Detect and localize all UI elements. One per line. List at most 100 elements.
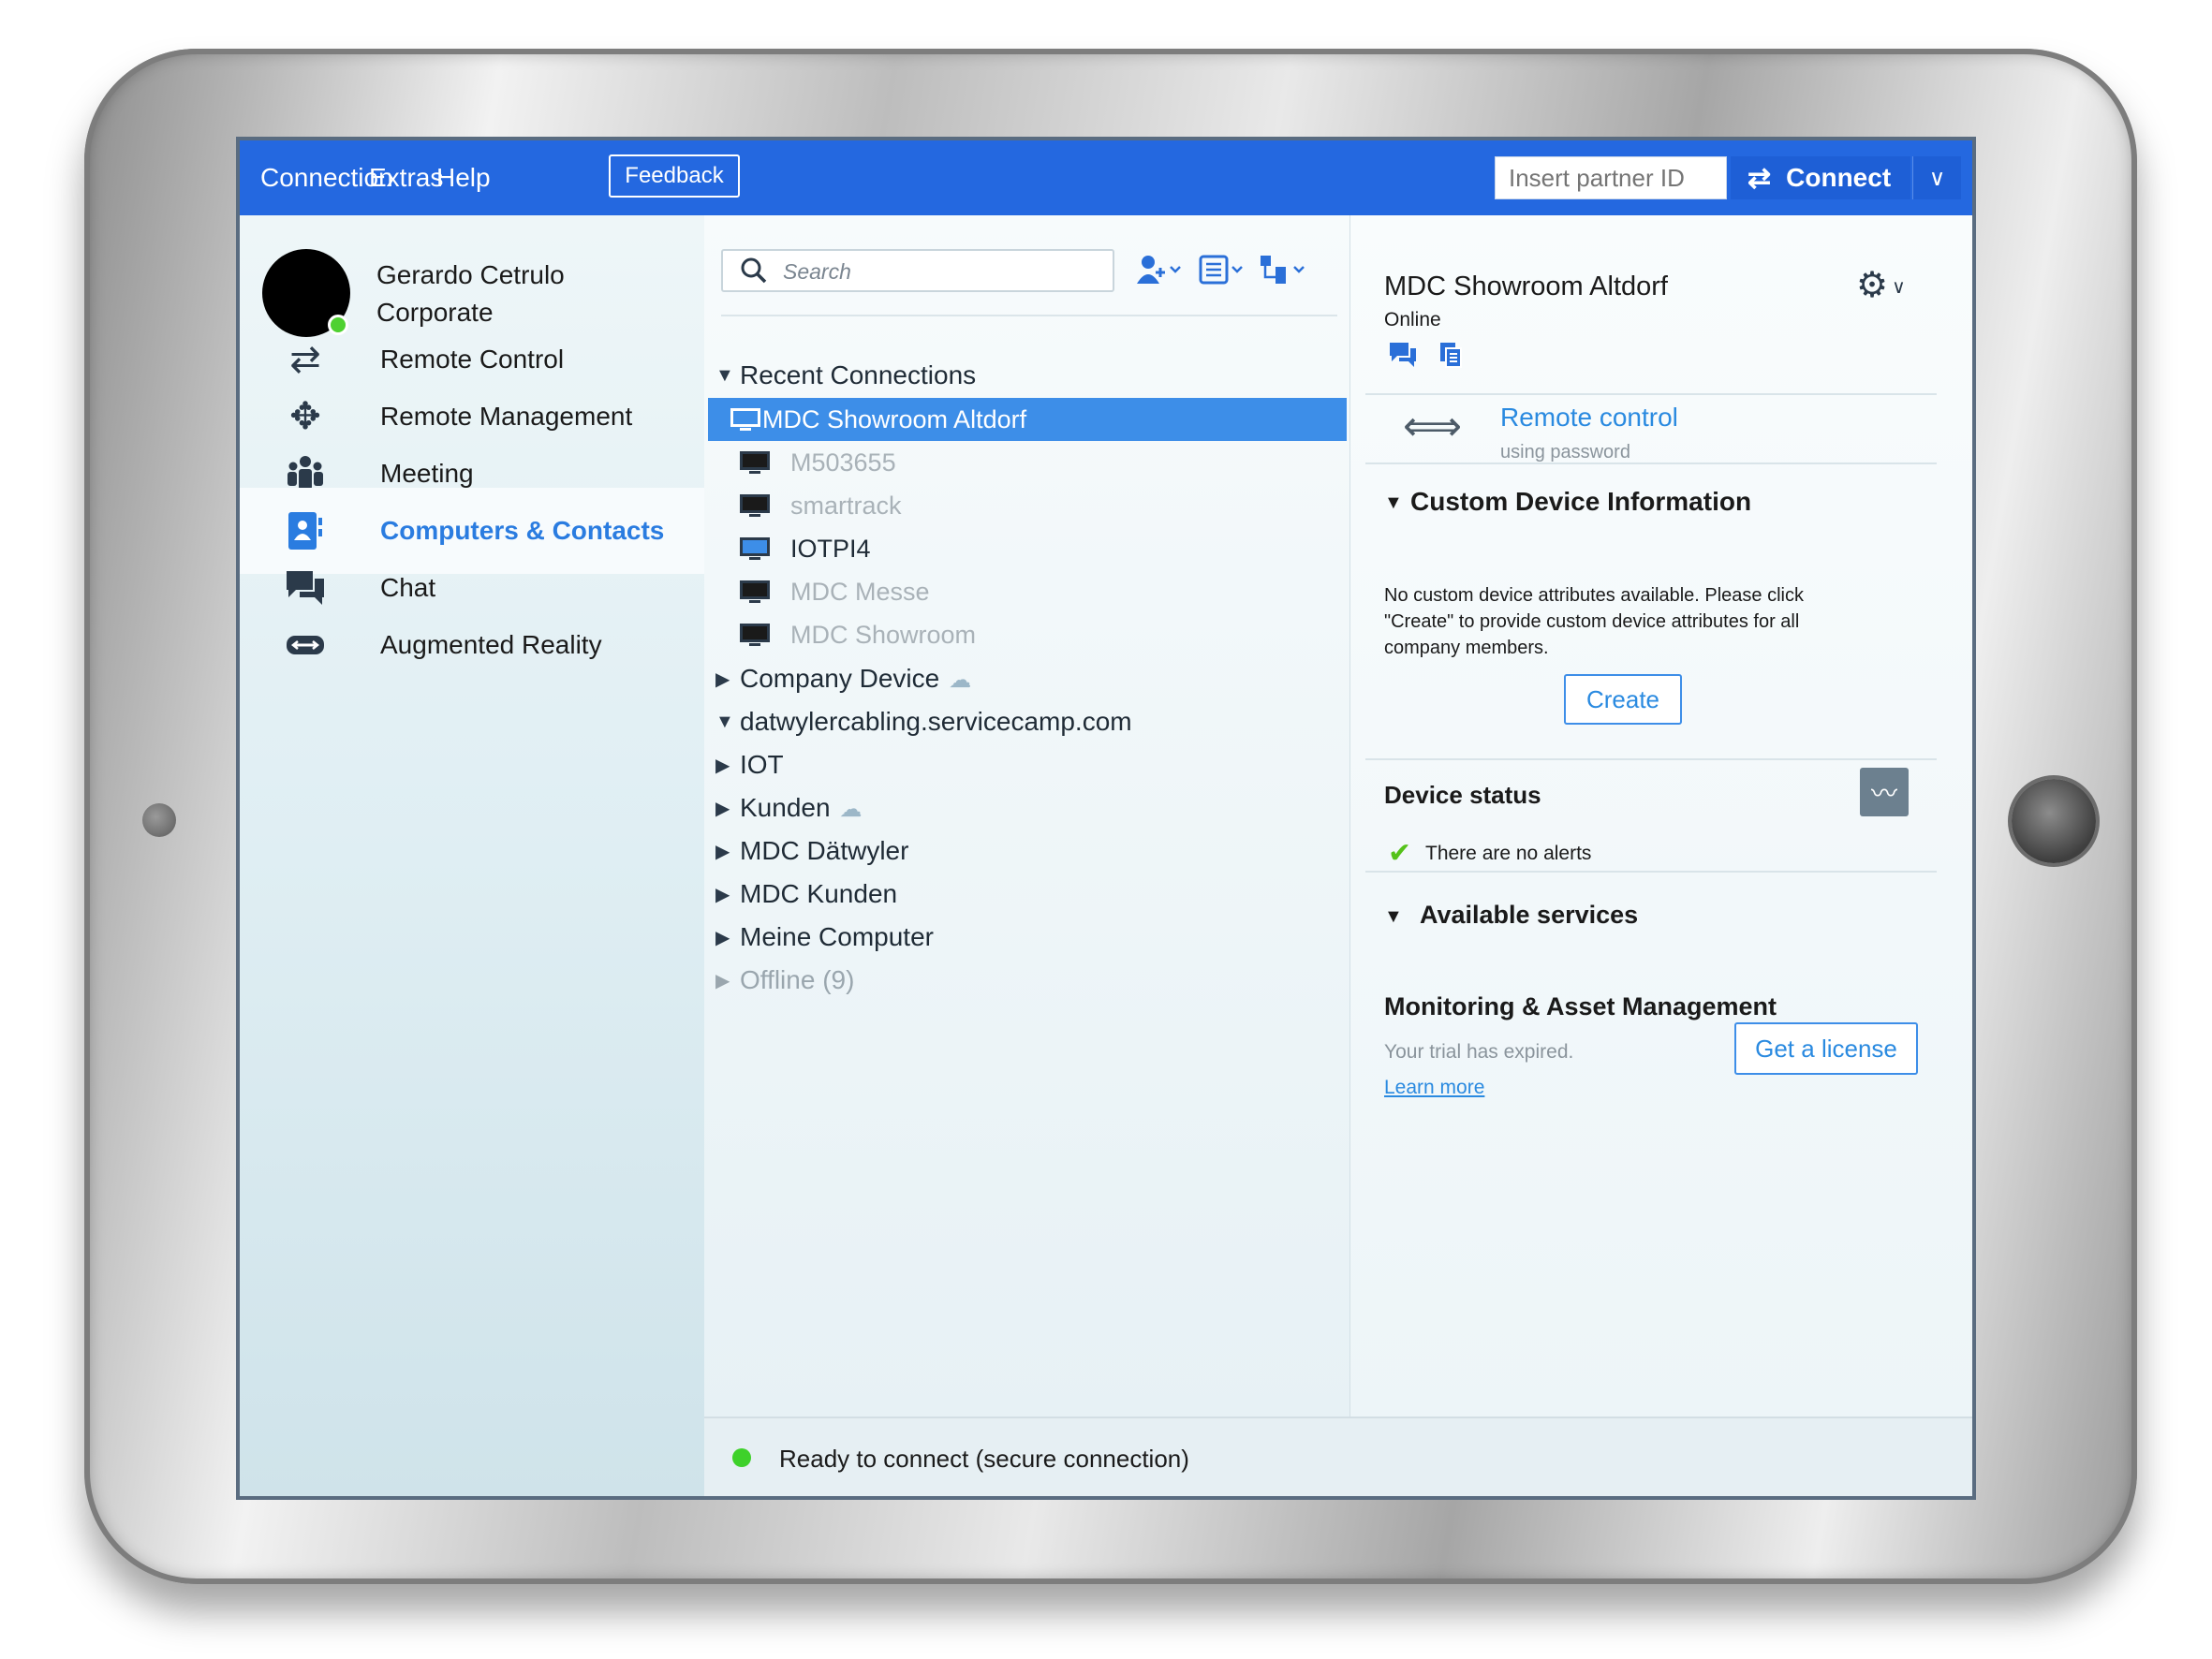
group-iot[interactable]: ▶ IOT [704, 743, 1350, 786]
computer-name: MDC Messe [790, 577, 930, 606]
get-license-button[interactable]: Get a license [1734, 1022, 1918, 1075]
group-mdc-kunden[interactable]: ▶ MDC Kunden [704, 873, 1350, 916]
nav-label: Augmented Reality [380, 630, 602, 659]
computer-item[interactable]: MDC Showroom [704, 613, 1350, 656]
top-bar: Connection Extras Help Feedback ⇄ Connec… [240, 140, 1972, 215]
caret-right-icon: ▶ [715, 668, 730, 690]
menu-help[interactable]: Help [436, 163, 491, 193]
caret-right-icon: ▶ [715, 798, 730, 819]
divider [721, 315, 1337, 316]
device-details-panel: MDC Showroom Altdorf Online ⚙ ∨ ⟺ Remote … [1350, 215, 1972, 1417]
caret-right-icon: ▶ [715, 970, 730, 991]
divider [1365, 393, 1937, 395]
nav-augmented-reality[interactable]: Augmented Reality [240, 602, 704, 688]
connect-arrows-icon: ⇄ [1747, 162, 1772, 194]
group-label: Meine Computer [740, 922, 934, 951]
caret-down-icon[interactable]: ▼ [1384, 906, 1403, 928]
group-label: IOT [740, 750, 784, 779]
group-meine-computer[interactable]: ▶ Meine Computer [704, 916, 1350, 959]
search-placeholder: Search [783, 259, 851, 284]
group-mdc-datwyler[interactable]: ▶ MDC Dätwyler [704, 830, 1350, 873]
caret-down-icon[interactable]: ▼ [1384, 492, 1403, 514]
connect-dropdown[interactable]: ∨ [1912, 156, 1961, 199]
computer-item[interactable]: M503655 [704, 441, 1350, 484]
connect-button[interactable]: ⇄ Connect [1731, 156, 1910, 199]
create-button[interactable]: Create [1564, 674, 1682, 725]
group-structure-icon[interactable] [1259, 251, 1311, 288]
chat-icon[interactable] [1388, 343, 1425, 375]
monitor-icon [729, 406, 762, 433]
group-label: Company Device ☁ [740, 664, 972, 693]
device-status: Online [1384, 309, 1441, 330]
monitor-icon [738, 492, 772, 519]
computer-name: MDC Showroom [790, 620, 977, 649]
status-indicator [732, 1448, 751, 1467]
monitor-icon [738, 449, 772, 476]
divider [1365, 871, 1937, 873]
pulse-icon[interactable]: 〰 [1860, 768, 1909, 816]
available-services-title: Available services [1420, 901, 1639, 929]
caret-right-icon: ▶ [715, 884, 730, 905]
home-button [2012, 779, 2096, 863]
app-window: Connection Extras Help Feedback ⇄ Connec… [240, 140, 1972, 1496]
search-input[interactable]: Search [721, 249, 1114, 292]
group-label: datwylercabling.servicecamp.com [740, 707, 1132, 736]
monitor-icon [738, 536, 772, 562]
group-label: Offline (9) [740, 965, 855, 994]
user-name: Gerardo Cetrulo [376, 260, 565, 289]
partner-id-input[interactable] [1495, 156, 1727, 199]
feedback-button[interactable]: Feedback [609, 154, 740, 198]
nav-label: Meeting [380, 459, 474, 488]
caret-down-icon: ▼ [715, 711, 734, 732]
group-offline[interactable]: ▶ Offline (9) [704, 959, 1350, 1002]
alerts-text: There are no alerts [1425, 843, 1592, 864]
gear-icon[interactable]: ⚙ ∨ [1856, 264, 1906, 306]
computer-item[interactable]: IOTPI4 [704, 527, 1350, 570]
device-name: MDC Showroom Altdorf [1384, 272, 1668, 301]
computer-item[interactable]: MDC Showroom Altdorf [708, 398, 1347, 441]
computer-name: MDC Showroom Altdorf [762, 404, 1027, 433]
group-datwylercabling[interactable]: ▼ datwylercabling.servicecamp.com [704, 700, 1350, 743]
caret-right-icon: ▶ [715, 841, 730, 862]
divider [1365, 462, 1937, 464]
monitor-icon [738, 579, 772, 605]
camera [142, 803, 176, 837]
monitor-icon [738, 622, 772, 648]
connect-label: Connect [1786, 163, 1892, 192]
checkmark-icon: ✔ [1388, 838, 1412, 869]
file-transfer-icon[interactable] [1438, 343, 1465, 375]
add-contact-icon[interactable] [1135, 251, 1184, 288]
service-name: Monitoring & Asset Management [1384, 992, 1777, 1020]
group-kunden[interactable]: ▶ Kunden ☁ [704, 786, 1350, 830]
learn-more-link[interactable]: Learn more [1384, 1077, 1484, 1099]
status-text: Ready to connect (secure connection) [779, 1445, 1189, 1473]
group-company-device[interactable]: ▶ Company Device ☁ [704, 657, 1350, 700]
group-label: Recent Connections [740, 360, 977, 389]
nav-label: Computers & Contacts [380, 516, 665, 545]
ar-glasses-icon [281, 621, 330, 669]
computer-item[interactable]: MDC Messe [704, 570, 1350, 613]
chevron-down-icon: ∨ [1892, 277, 1906, 299]
sidebar: Gerardo Cetrulo Corporate ⇄ Remote Contr… [240, 215, 704, 1496]
custom-info-text: No custom device attributes available. P… [1384, 585, 1804, 658]
computer-name: IOTPI4 [790, 534, 871, 563]
list-view-icon[interactable] [1199, 251, 1247, 288]
computer-item[interactable]: smartrack [704, 484, 1350, 527]
group-label: Kunden ☁ [740, 793, 863, 822]
group-label: MDC Kunden [740, 879, 898, 908]
remote-control-link[interactable]: Remote control [1500, 403, 1678, 433]
cloud-icon: ☁ [949, 668, 972, 693]
device-status-title: Device status [1384, 781, 1541, 809]
menu-extras[interactable]: Extras [369, 163, 443, 193]
chevron-down-icon: ∨ [1928, 165, 1946, 191]
custom-info-title: Custom Device Information [1410, 487, 1752, 516]
computer-list-panel: Search ▼ Recent Connections MDC Showroom… [704, 215, 1350, 1417]
cloud-icon: ☁ [839, 797, 863, 822]
caret-right-icon: ▶ [715, 755, 730, 776]
caret-down-icon: ▼ [715, 364, 734, 386]
group-recent-connections[interactable]: ▼ Recent Connections [704, 354, 1350, 397]
nav-label: Remote Control [380, 345, 565, 374]
caret-right-icon: ▶ [715, 927, 730, 948]
search-icon [740, 257, 768, 289]
divider [1365, 758, 1937, 760]
